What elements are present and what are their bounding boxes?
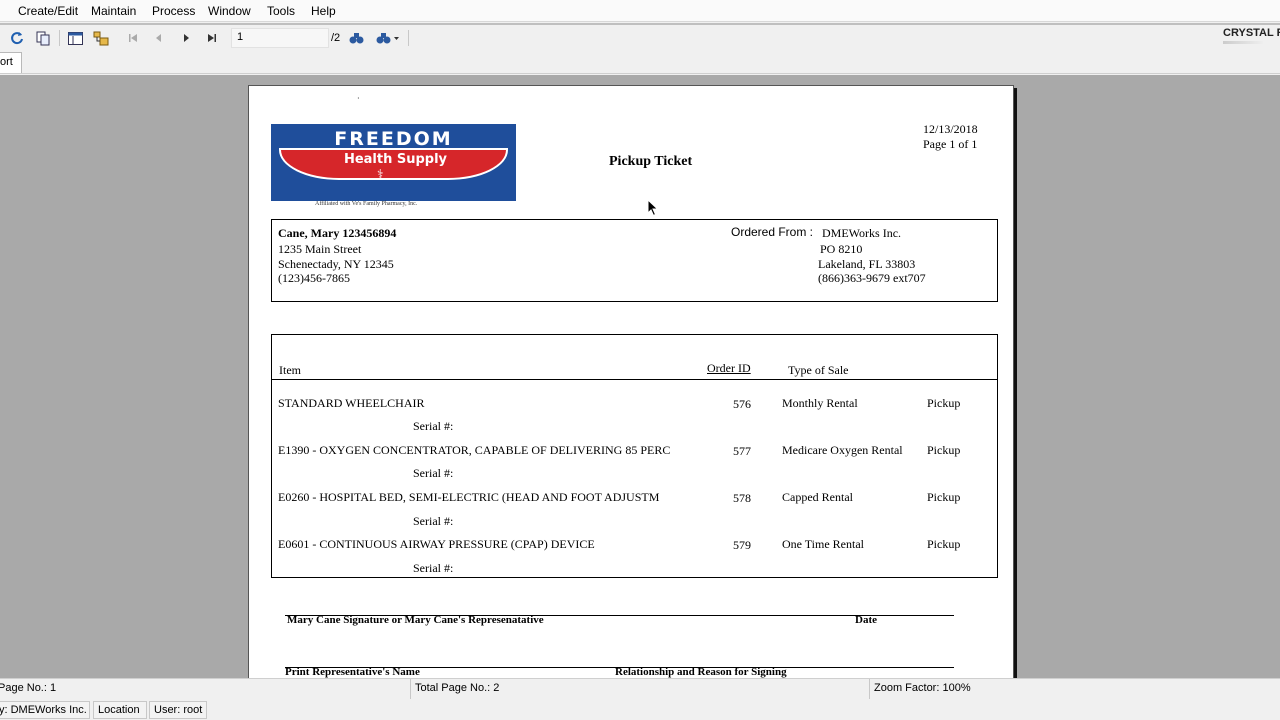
report-title: Pickup Ticket [609, 154, 693, 169]
menu-maintain[interactable]: Maintain [91, 4, 136, 18]
report-view-area[interactable]: · FREEDOM Health Supply ⚕ Affiliated wit… [0, 75, 1280, 678]
table-row-sale-type: One Time Rental [782, 537, 865, 551]
report-date: 12/13/2018 [923, 122, 978, 136]
company-logo: FREEDOM Health Supply ⚕ [271, 124, 516, 201]
toolbar-divider [408, 30, 409, 46]
logo-caption: Affiliated with Ve's Family Pharmacy, In… [315, 201, 418, 207]
column-header-item: Item [279, 363, 301, 377]
header-rule [272, 379, 997, 380]
table-row-item: STANDARD WHEELCHAIR [278, 396, 425, 410]
serial-label: Serial #: [413, 466, 454, 480]
zoom-dropdown-icon[interactable] [374, 29, 402, 47]
logo-title: FREEDOM [334, 128, 453, 150]
column-header-type-of-sale: Type of Sale [788, 363, 849, 377]
table-row-sale-type: Monthly Rental [782, 396, 858, 410]
page-info: Page 1 of 1 [923, 137, 978, 151]
serial-label: Serial #: [413, 514, 454, 528]
report-toolbar: 1 /2 CRYSTAL R [0, 25, 1280, 52]
menu-process[interactable]: Process [152, 4, 195, 18]
menu-window[interactable]: Window [208, 4, 251, 18]
patient-name: Cane, Mary 123456894 [278, 226, 397, 240]
table-row-action: Pickup [927, 537, 961, 551]
table-row-order-id: 579 [733, 538, 751, 552]
menu-bar: Create/Edit Maintain Process Window Tool… [0, 0, 1280, 22]
refresh-icon[interactable] [8, 29, 26, 47]
relationship-label: Relationship and Reason for Signing [615, 666, 787, 678]
next-page-icon[interactable] [177, 29, 195, 47]
crystal-reports-brand: CRYSTAL R [1223, 27, 1280, 39]
find-icon[interactable] [347, 29, 365, 47]
first-page-icon[interactable] [124, 29, 142, 47]
status-page-number: Page No.: 1 [0, 682, 57, 694]
menu-tools[interactable]: Tools [267, 4, 295, 18]
app-status-bar: y: DMEWorks Inc. Location User: root [0, 700, 1280, 720]
application-window: Create/Edit Maintain Process Window Tool… [0, 0, 1280, 720]
serial-label: Serial #: [413, 419, 454, 433]
patient-address1: 1235 Main Street [278, 242, 362, 256]
ordered-from-label: Ordered From : [731, 225, 814, 239]
patient-address2: Schenectady, NY 12345 [278, 257, 394, 271]
last-page-icon[interactable] [203, 29, 221, 47]
address-box: Cane, Mary 123456894 1235 Main Street Sc… [271, 219, 998, 302]
table-row-sale-type: Medicare Oxygen Rental [782, 443, 903, 457]
mouse-cursor-icon [647, 199, 659, 217]
report-page: · FREEDOM Health Supply ⚕ Affiliated wit… [248, 85, 1014, 678]
tab-strip: ort [0, 52, 1280, 74]
table-row-order-id: 576 [733, 397, 751, 411]
table-row-order-id: 578 [733, 491, 751, 505]
page-number-input[interactable]: 1 [231, 28, 329, 48]
menu-create-edit[interactable]: Create/Edit [18, 4, 78, 18]
status-zoom-factor: Zoom Factor: 100% [869, 679, 1280, 699]
serial-label: Serial #: [413, 561, 454, 575]
table-row-item: E1390 - OXYGEN CONCENTRATOR, CAPABLE OF … [278, 443, 671, 457]
patient-phone: (123)456-7865 [278, 271, 350, 285]
date-label: Date [855, 614, 877, 626]
print-representative-label: Print Representative's Name [285, 666, 420, 678]
status-company: y: DMEWorks Inc. [0, 701, 90, 719]
table-row-sale-type: Capped Rental [782, 490, 853, 504]
tab-main-report[interactable]: ort [0, 52, 22, 73]
export-icon[interactable] [92, 29, 110, 47]
table-row-action: Pickup [927, 490, 961, 504]
table-row-order-id: 577 [733, 444, 751, 458]
signature-label: Mary Cane Signature or Mary Cane's Repre… [287, 614, 544, 626]
status-bar: Page No.: 1 Total Page No.: 2 Zoom Facto… [0, 678, 1280, 699]
table-row-item: E0601 - CONTINUOUS AIRWAY PRESSURE (CPAP… [278, 537, 595, 551]
status-total-pages: Total Page No.: 2 [410, 679, 870, 699]
menu-help[interactable]: Help [311, 4, 336, 18]
items-table: Item Order ID Type of Sale STANDARD WHEE… [271, 334, 998, 578]
previous-page-icon[interactable] [150, 29, 168, 47]
caduceus-icon: ⚕ [377, 167, 384, 181]
vendor-name: DMEWorks Inc. [822, 226, 902, 240]
logo-subtitle: Health Supply [343, 152, 448, 167]
copy-icon[interactable] [34, 29, 52, 47]
table-row-item: E0260 - HOSPITAL BED, SEMI-ELECTRIC (HEA… [278, 490, 660, 504]
vendor-phone: (866)363-9679 ext707 [818, 271, 926, 285]
logo-banner: Health Supply [279, 148, 508, 180]
page-dot: · [357, 94, 360, 103]
group-tree-icon[interactable] [66, 29, 84, 47]
status-location: Location [93, 701, 147, 719]
toolbar-divider [59, 30, 60, 46]
column-header-order-id: Order ID [707, 361, 751, 375]
table-row-action: Pickup [927, 396, 961, 410]
table-row-action: Pickup [927, 443, 961, 457]
total-pages-label: /2 [331, 32, 341, 44]
vendor-address1: PO 8210 [820, 242, 863, 256]
vendor-address2: Lakeland, FL 33803 [818, 257, 916, 271]
status-user: User: root [149, 701, 207, 719]
brand-underline [1223, 41, 1263, 44]
